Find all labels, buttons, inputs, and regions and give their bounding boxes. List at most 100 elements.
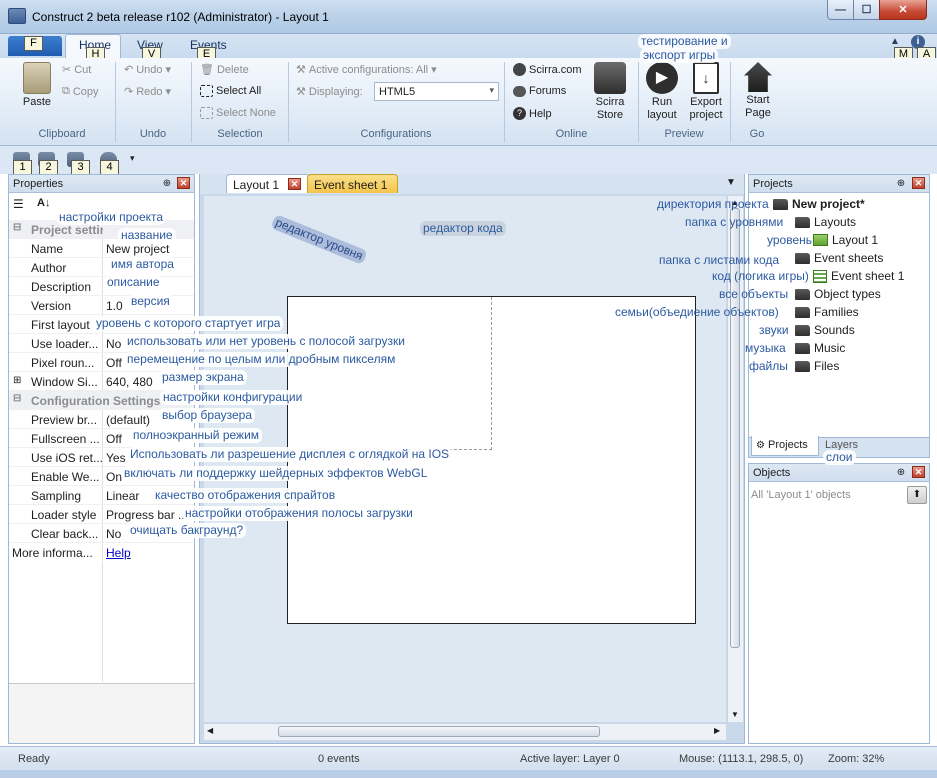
property-value[interactable]: New project [106, 242, 192, 256]
select-all-button[interactable]: Select All [200, 85, 261, 97]
paste-button[interactable]: Paste [18, 62, 56, 109]
tab-layout-1-label: Layout 1 [233, 178, 280, 192]
close-icon: ✕ [898, 4, 908, 16]
divider [102, 467, 103, 485]
maximize-icon: ☐ [861, 4, 872, 16]
scroll-right-icon[interactable]: ▶ [714, 726, 720, 735]
annotation-code-editor: редактор кода [420, 221, 506, 236]
select-all-icon [200, 85, 213, 97]
tree-files[interactable]: Files [795, 359, 839, 373]
tree-label: Layout 1 [832, 233, 879, 247]
property-row-loader-style[interactable]: Loader style Progress bar ... [9, 505, 194, 524]
cut-button[interactable]: ✂ Cut [62, 63, 91, 77]
folder-icon [795, 342, 810, 354]
start-page-button[interactable]: Start Page [738, 62, 778, 120]
tab-event-sheet-1[interactable]: Event sheet 1 [307, 174, 398, 193]
customize-toolbar-icon[interactable]: ▾ [130, 153, 135, 164]
folder-icon [795, 252, 810, 264]
window-viewport-outline [288, 297, 492, 450]
forums-button[interactable]: Forums [513, 85, 566, 97]
tree-layouts[interactable]: Layouts [795, 215, 856, 229]
undo-button[interactable]: ↶ Undo ▾ [124, 63, 171, 77]
tree-sounds[interactable]: Sounds [795, 323, 855, 337]
annotation-music: музыка [745, 341, 786, 355]
forums-label: Forums [529, 85, 567, 97]
scirra-store-button[interactable]: Scirra Store [590, 62, 630, 122]
tree-music[interactable]: Music [795, 341, 845, 355]
annotation-sampling: качество отображения спрайтов [152, 488, 339, 503]
status-active-layer: Active layer: Layer 0 [520, 753, 620, 765]
redo-button[interactable]: ↷ Redo ▾ [124, 85, 171, 99]
tree-event-sheet-1[interactable]: Event sheet 1 [813, 269, 904, 283]
pin-icon[interactable]: ⊕ [896, 468, 906, 478]
property-name: Fullscreen ... [31, 432, 100, 446]
tree-label: Event sheet 1 [831, 269, 905, 283]
divider [102, 239, 103, 257]
select-all-label: Select All [216, 85, 262, 97]
scroll-down-icon[interactable]: ▼ [731, 710, 739, 719]
categorized-sort-icon[interactable]: ☰ [13, 197, 24, 211]
tree-layout-1[interactable]: Layout 1 [813, 233, 878, 247]
tree-label: Files [814, 359, 840, 373]
property-row-more-info: More informa... Help [9, 543, 194, 562]
layout-icon [813, 234, 828, 246]
tree-event-sheets[interactable]: Event sheets [795, 251, 883, 265]
paste-icon [23, 62, 51, 94]
projects-title: Projects [753, 178, 793, 190]
divider [102, 486, 103, 504]
tree-families[interactable]: Families [795, 305, 859, 319]
run-layout-button[interactable]: ▶ Run layout [642, 62, 682, 122]
export-icon: ↓ [693, 62, 719, 94]
tab-list-dropdown-icon[interactable]: ▼ [726, 177, 736, 188]
close-window-button[interactable]: ✕ [879, 0, 927, 20]
folder-icon [795, 324, 810, 336]
active-configurations-dropdown[interactable]: ⚒ Active configurations: All ▾ [296, 63, 437, 77]
tab-projects[interactable]: ⚙ Projects [751, 436, 819, 456]
scirra-link-button[interactable]: Scirra.com [513, 63, 582, 76]
divider [102, 277, 103, 295]
tree-object-types[interactable]: Object types [795, 287, 881, 301]
help-button[interactable]: ? Help [513, 107, 552, 120]
divider [102, 429, 103, 447]
property-value[interactable]: Progress bar ... [106, 508, 192, 522]
annotation-project-dir: директория проекта [657, 197, 769, 211]
copy-button[interactable]: ⧉ Copy [62, 85, 99, 98]
annotation-families: семьи(объедиение объектов) [615, 305, 779, 319]
tools-icon: ⚒ [296, 64, 306, 76]
tree-root-project[interactable]: New project* [773, 197, 865, 211]
delete-button[interactable]: 🗑 Delete [200, 63, 249, 77]
property-name: Pixel roun... [31, 356, 95, 370]
displaying-select[interactable]: HTML5 ▾ [374, 82, 499, 101]
annotation-code: код (логика игры) [712, 269, 809, 283]
divider [102, 448, 103, 466]
close-projects-button[interactable]: ✕ [912, 177, 925, 189]
alphabetical-sort-icon[interactable]: A↓ [37, 197, 50, 209]
status-zoom: Zoom: 32% [828, 753, 885, 765]
store-label-1: Scirra [595, 96, 625, 108]
window-frame [0, 770, 937, 778]
close-tab-button[interactable]: ✕ [288, 178, 301, 190]
forums-icon [513, 85, 526, 97]
scroll-left-icon[interactable]: ◀ [207, 726, 213, 735]
horizontal-scroll-thumb[interactable] [278, 726, 600, 737]
export-label-1: Export [690, 96, 722, 108]
displaying-value: HTML5 [379, 86, 416, 98]
select-none-button[interactable]: Select None [200, 107, 276, 119]
maximize-button[interactable]: ☐ [853, 0, 880, 20]
help-link[interactable]: Help [106, 546, 192, 560]
export-project-button[interactable]: ↓ Export project [684, 62, 728, 122]
close-objects-button[interactable]: ✕ [912, 466, 925, 478]
divider [102, 296, 103, 314]
minimize-button[interactable]: — [827, 0, 854, 20]
minimize-ribbon-icon[interactable]: ▲ [890, 36, 900, 47]
divider [102, 543, 103, 561]
annotation-pixel-rounding: перемещение по целым или дробным пикселя… [124, 352, 399, 367]
pin-icon[interactable]: ⊕ [896, 179, 906, 189]
close-properties-button[interactable]: ✕ [177, 177, 190, 189]
objects-title: Objects [753, 467, 791, 479]
expand-icon[interactable]: ⊞ [13, 375, 21, 386]
up-folder-button[interactable]: ⬆ [907, 486, 927, 504]
property-name: Version [31, 299, 72, 313]
pin-icon[interactable]: ⊕ [162, 179, 172, 189]
help-icon: ? [513, 107, 526, 120]
